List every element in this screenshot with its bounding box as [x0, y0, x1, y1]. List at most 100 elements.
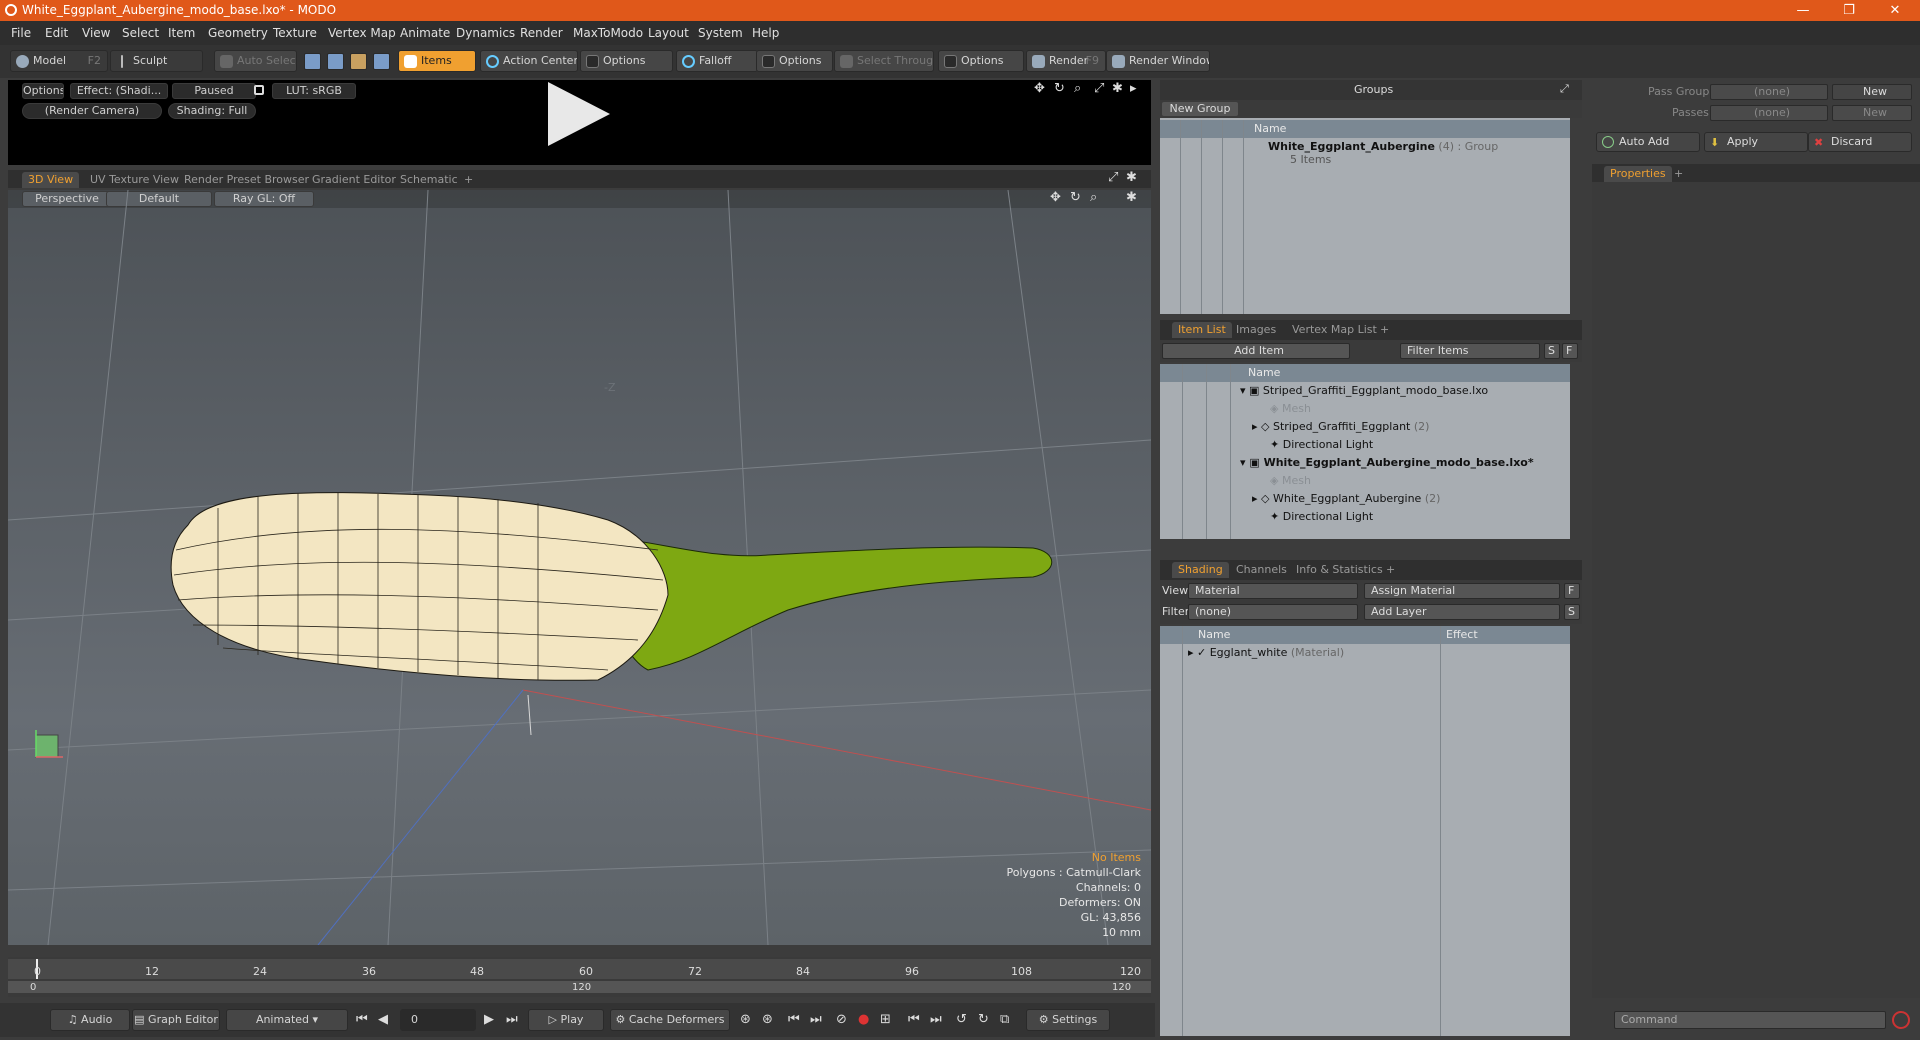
prev-key-icon[interactable]: ⏮: [788, 1012, 800, 1027]
minimize-button[interactable]: —: [1780, 0, 1826, 21]
lock-icon[interactable]: [254, 85, 264, 95]
add-tab-button[interactable]: +: [1374, 322, 1395, 338]
key-filter-icon[interactable]: ⊛: [762, 1012, 773, 1027]
auto-select-button[interactable]: Auto Select: [214, 50, 297, 72]
assign-material-dropdown[interactable]: Assign Material: [1364, 583, 1560, 599]
gear-icon[interactable]: ✱: [1112, 81, 1123, 96]
menu-item[interactable]: Item: [168, 26, 195, 40]
step-forward-icon[interactable]: ▶: [484, 1012, 494, 1027]
render-button[interactable]: Render F9: [1026, 50, 1106, 72]
tab-images[interactable]: Images: [1230, 322, 1282, 338]
gear-icon[interactable]: ✱: [1126, 170, 1137, 185]
tab-properties[interactable]: Properties: [1604, 166, 1672, 182]
tab-gradient-editor[interactable]: Gradient Editor: [306, 172, 402, 188]
action-center-options-button[interactable]: Options: [580, 50, 673, 72]
tab-render-preset-browser[interactable]: Render Preset Browser: [178, 172, 315, 188]
list-item[interactable]: ▸ ◇ White_Eggplant_Aubergine (2): [1252, 490, 1440, 508]
next-marker-icon[interactable]: ⏭: [930, 1012, 942, 1027]
key-all-icon[interactable]: ⊞: [880, 1012, 891, 1027]
filter-items-field[interactable]: Filter Items: [1400, 343, 1540, 359]
action-center-button[interactable]: Action Center: [480, 50, 578, 72]
list-item[interactable]: ✦ Directional Light: [1270, 508, 1373, 526]
restore-button[interactable]: ❐: [1826, 0, 1872, 21]
auto-key-icon[interactable]: ⊘: [836, 1012, 847, 1027]
rotate-icon[interactable]: ↻: [1054, 81, 1065, 96]
effect-dropdown[interactable]: Effect: (Shadi...: [70, 83, 168, 99]
items-mode-button[interactable]: Items: [398, 50, 476, 72]
auto-add-button[interactable]: Auto Add: [1596, 132, 1700, 152]
expand-icon[interactable]: ⤢: [1560, 82, 1569, 96]
groups-list[interactable]: Name White_Eggplant_Aubergine (4) : Grou…: [1160, 118, 1570, 314]
menu-vertex-map[interactable]: Vertex Map: [328, 26, 396, 40]
menu-help[interactable]: Help: [752, 26, 779, 40]
camera-dropdown[interactable]: (Render Camera): [22, 103, 162, 119]
list-item[interactable]: ▾ ▣ White_Eggplant_Aubergine_modo_base.l…: [1240, 454, 1534, 472]
pan-icon[interactable]: ✥: [1034, 81, 1045, 96]
menu-edit[interactable]: Edit: [45, 26, 68, 40]
command-input[interactable]: Command: [1614, 1011, 1886, 1029]
vertices-mode-icon[interactable]: [304, 53, 321, 70]
s-toggle[interactable]: S: [1564, 604, 1580, 620]
new-group-button[interactable]: New Group: [1162, 102, 1238, 116]
menu-render[interactable]: Render: [520, 26, 563, 40]
tab-shading[interactable]: Shading: [1172, 562, 1229, 578]
next-key-icon[interactable]: ⏭: [810, 1012, 822, 1027]
material-row[interactable]: ▸ ✓ Egglant_white (Material): [1188, 644, 1344, 662]
menu-maxtomodo[interactable]: MaxToModo: [573, 26, 643, 40]
f-toggle[interactable]: F: [1562, 343, 1578, 359]
pass-groups-dropdown[interactable]: (none): [1710, 84, 1828, 100]
sculpt-mode-button[interactable]: Sculpt: [110, 50, 203, 72]
3d-viewport[interactable]: Perspective Default Ray GL: Off ✥ ↻ ⌕ ✱: [8, 190, 1151, 945]
tab-uv-texture-view[interactable]: UV Texture View: [84, 172, 185, 188]
shader-tree[interactable]: Name Effect ▸ ✓ Egglant_white (Material): [1160, 626, 1570, 1036]
menu-dynamics[interactable]: Dynamics: [456, 26, 515, 40]
new-pass-group-button[interactable]: New: [1832, 84, 1912, 100]
menu-system[interactable]: System: [698, 26, 743, 40]
play-button[interactable]: ▷ Play: [528, 1009, 604, 1031]
arrow-right-icon[interactable]: ▸: [1130, 81, 1137, 96]
menu-geometry[interactable]: Geometry: [208, 26, 268, 40]
maximize-icon[interactable]: ⤢: [1094, 81, 1104, 96]
menu-file[interactable]: File: [11, 26, 31, 40]
play-preview-icon[interactable]: [548, 82, 610, 146]
falloff-button[interactable]: Falloff: [676, 50, 758, 72]
animated-dropdown[interactable]: Animated ▾: [226, 1009, 348, 1031]
key-icon[interactable]: ⊛: [740, 1012, 751, 1027]
cache-deformers-button[interactable]: ⚙ Cache Deformers: [610, 1009, 730, 1031]
apply-button[interactable]: ⬇ Apply: [1704, 132, 1808, 152]
menu-animate[interactable]: Animate: [400, 26, 450, 40]
filter-dropdown[interactable]: (none): [1188, 604, 1358, 620]
passes-dropdown[interactable]: (none): [1710, 105, 1828, 121]
menu-texture[interactable]: Texture: [273, 26, 317, 40]
skip-start-icon[interactable]: ⏮: [356, 1012, 368, 1027]
prev-marker-icon[interactable]: ⏮: [908, 1012, 920, 1027]
new-pass-button[interactable]: New: [1832, 105, 1912, 121]
list-item[interactable]: ✦ Directional Light: [1270, 436, 1373, 454]
tab-schematic[interactable]: Schematic: [394, 172, 464, 188]
graph-editor-button[interactable]: ▤ Graph Editor: [132, 1009, 220, 1031]
tab-info-statistics[interactable]: Info & Statistics: [1290, 562, 1389, 578]
lut-dropdown[interactable]: LUT: sRGB: [272, 83, 356, 99]
list-item[interactable]: ▾ ▣ Striped_Graffiti_Eggplant_modo_base.…: [1240, 382, 1488, 400]
add-tab-button[interactable]: +: [458, 172, 479, 188]
list-item[interactable]: ◈ Mesh: [1270, 472, 1311, 490]
edges-mode-icon[interactable]: [327, 53, 344, 70]
f-toggle[interactable]: F: [1564, 583, 1580, 599]
white-eggplant-mesh[interactable]: [170, 492, 669, 681]
preview-options-button[interactable]: Options: [22, 83, 64, 99]
record-icon[interactable]: ●: [858, 1012, 869, 1027]
add-item-dropdown[interactable]: Add Item: [1162, 343, 1350, 359]
item-list[interactable]: Name ▾ ▣ Striped_Graffiti_Eggplant_modo_…: [1160, 364, 1570, 539]
shading-dropdown[interactable]: Shading: Full: [168, 103, 256, 119]
materials-mode-icon[interactable]: [373, 53, 390, 70]
list-item[interactable]: ▸ ◇ Striped_Graffiti_Eggplant (2): [1252, 418, 1429, 436]
discard-button[interactable]: ✖ Discard: [1808, 132, 1912, 152]
zoom-icon[interactable]: ⌕: [1074, 81, 1081, 96]
add-tab-button[interactable]: +: [1668, 166, 1689, 182]
add-tab-button[interactable]: +: [1380, 562, 1401, 578]
add-layer-dropdown[interactable]: Add Layer: [1364, 604, 1560, 620]
falloff-options-button[interactable]: Options: [756, 50, 833, 72]
list-item[interactable]: ◈ Mesh: [1270, 400, 1311, 418]
tab-vertex-map-list[interactable]: Vertex Map List: [1286, 322, 1383, 338]
settings-button[interactable]: ⚙ Settings: [1026, 1009, 1110, 1031]
